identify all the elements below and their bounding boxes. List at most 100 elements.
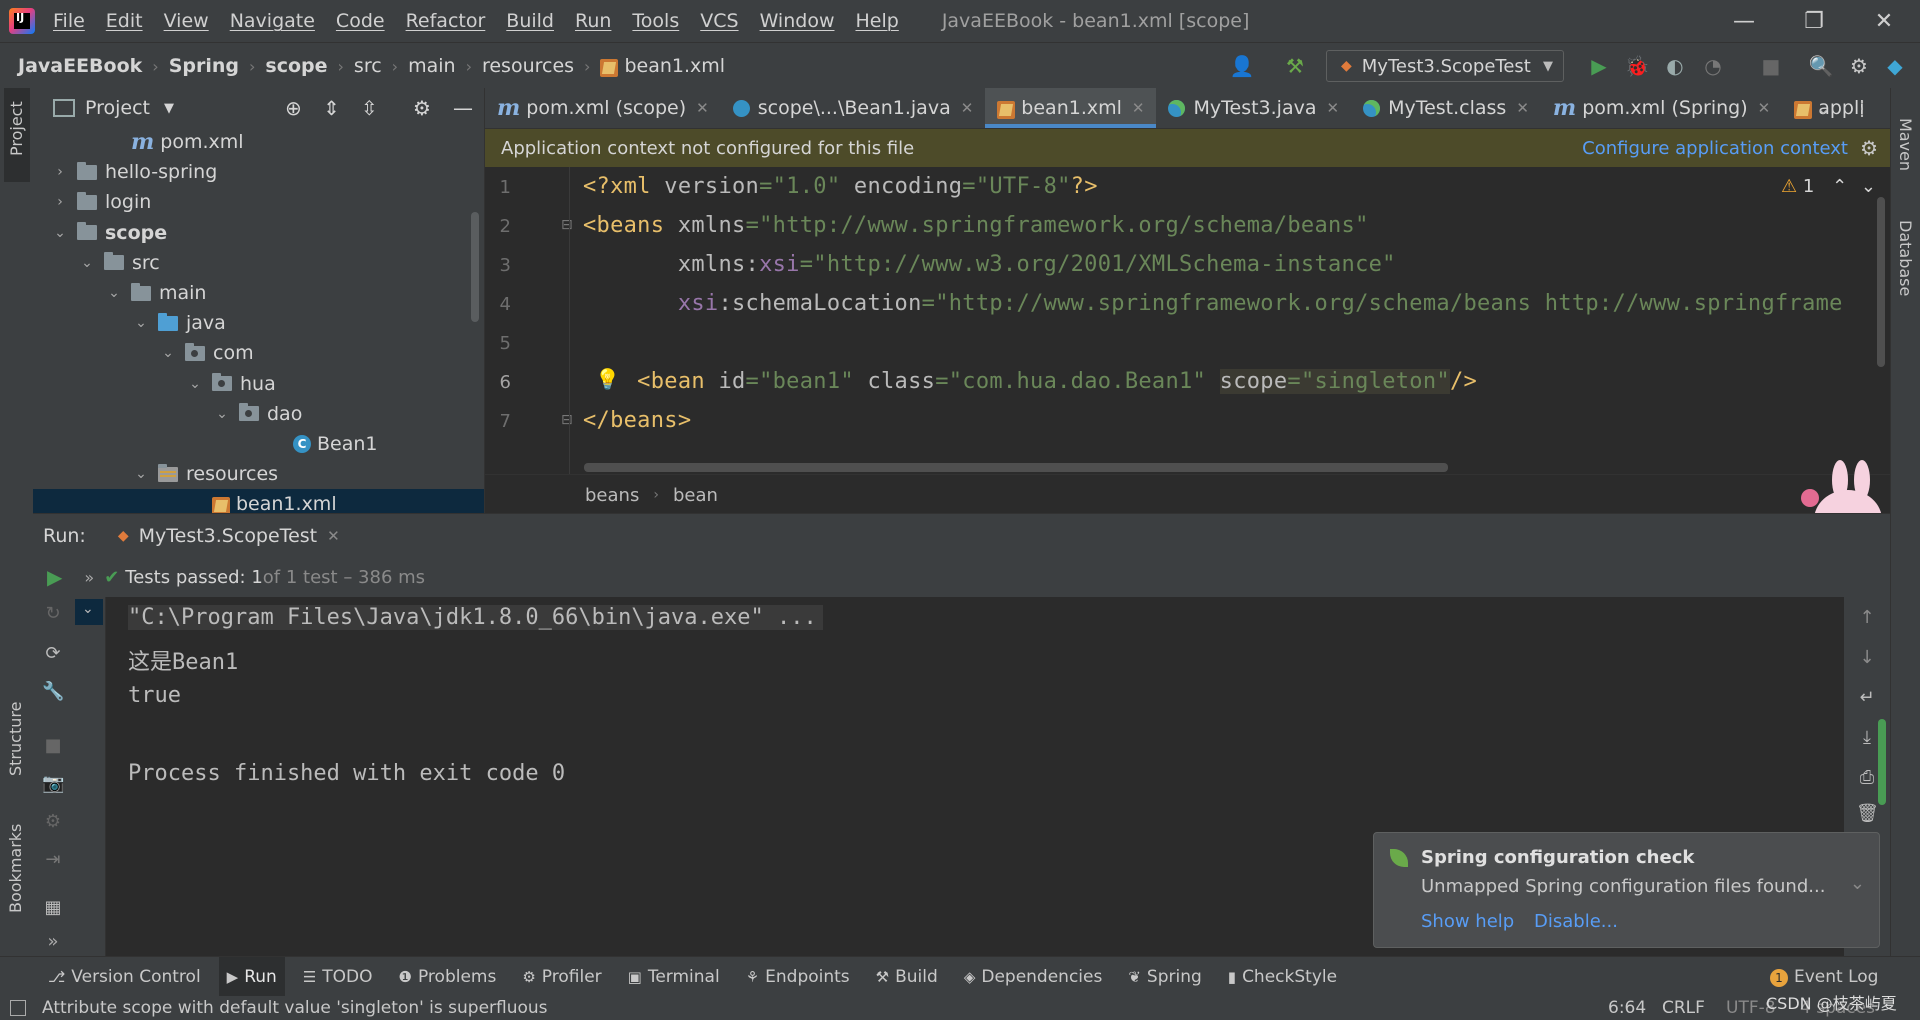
- menu-refactor[interactable]: Refactor: [406, 10, 486, 32]
- stop-icon[interactable]: ■: [42, 735, 64, 757]
- menu-window[interactable]: Window: [760, 10, 835, 32]
- tree-item[interactable]: ⌄ com: [33, 338, 484, 368]
- breadcrumb-item[interactable]: bean1.xml: [624, 55, 725, 77]
- tool-button-build[interactable]: ⚒ Build: [868, 957, 946, 997]
- configure-context-link[interactable]: Configure application context: [1582, 138, 1848, 159]
- close-icon[interactable]: ✕: [1132, 99, 1145, 117]
- tree-item[interactable]: ⌄ java: [33, 308, 484, 338]
- run-icon[interactable]: ▶: [1586, 53, 1612, 79]
- jetbrains-toolbox-icon[interactable]: ◆: [1882, 53, 1908, 79]
- tool-button-todo[interactable]: ☰ TODO: [295, 957, 381, 997]
- soft-wrap-icon[interactable]: ↵: [1856, 687, 1878, 709]
- breadcrumb-item[interactable]: src: [354, 55, 382, 77]
- menu-help[interactable]: Help: [855, 10, 898, 32]
- menu-vcs[interactable]: VCS: [700, 10, 738, 32]
- more-options-icon[interactable]: ⋮: [1852, 96, 1872, 120]
- profile-icon[interactable]: ◔: [1700, 53, 1726, 79]
- toggle-tool-windows-icon[interactable]: [10, 1000, 26, 1016]
- cursor-position[interactable]: 6:64: [1608, 998, 1646, 1018]
- tab-bean1-xml[interactable]: bean1.xml ✕: [985, 88, 1157, 128]
- editor-crumb-item[interactable]: bean: [673, 485, 718, 506]
- gear-icon[interactable]: ⚙: [1860, 136, 1878, 160]
- editor-crumb-item[interactable]: beans: [585, 485, 639, 506]
- close-icon[interactable]: ✕: [961, 99, 974, 117]
- chevron-down-icon[interactable]: ⌄: [1861, 176, 1876, 197]
- tab-bean1-java[interactable]: scope\...\Bean1.java ✕: [721, 88, 986, 128]
- chevron-down-icon[interactable]: ⌄: [1817, 99, 1830, 118]
- tool-button-run[interactable]: ▶ Run: [218, 957, 285, 997]
- fold-icon[interactable]: ⊟: [561, 217, 573, 233]
- expand-all-icon[interactable]: ⇕: [323, 96, 340, 120]
- build-hammer-icon[interactable]: ⚒: [1282, 53, 1308, 79]
- chevron-down-icon[interactable]: ▼: [164, 101, 174, 116]
- menu-build[interactable]: Build: [506, 10, 554, 32]
- tool-button-terminal[interactable]: ▣ Terminal: [620, 957, 728, 997]
- more-icon[interactable]: »: [42, 931, 64, 953]
- close-icon[interactable]: ✕: [327, 527, 340, 545]
- tree-scrollbar[interactable]: [471, 212, 479, 322]
- run-tab-label[interactable]: MyTest3.ScopeTest: [139, 525, 317, 547]
- code-editor[interactable]: 1 2 3 4 5 6 7 ⊟ ⊟ 💡 <?xml version="1.0" …: [485, 167, 1890, 474]
- tree-item[interactable]: ⌄ hua: [33, 369, 484, 399]
- settings-icon[interactable]: ⚙: [42, 811, 64, 833]
- menu-code[interactable]: Code: [336, 10, 385, 32]
- menu-tools[interactable]: Tools: [632, 10, 679, 32]
- chevron-up-icon[interactable]: ⌃: [1832, 176, 1847, 197]
- close-icon[interactable]: ✕: [1326, 99, 1339, 117]
- collapse-all-icon[interactable]: ⇳: [361, 96, 378, 120]
- menu-file[interactable]: File: [53, 10, 85, 32]
- editor-horizontal-scrollbar[interactable]: [584, 463, 1448, 472]
- coverage-icon[interactable]: ◐: [1662, 53, 1688, 79]
- tree-item[interactable]: ⌄ scope: [33, 218, 484, 248]
- expand-toolbar-icon[interactable]: »: [84, 568, 94, 587]
- chevron-down-icon[interactable]: ⌄: [80, 255, 94, 271]
- tool-button-version-control[interactable]: ⎇ Version Control: [40, 957, 209, 997]
- project-stripe-label[interactable]: Project: [7, 101, 26, 156]
- print-icon[interactable]: ⎙: [1856, 767, 1878, 789]
- tool-button-endpoints[interactable]: ⚘ Endpoints: [738, 957, 858, 997]
- tool-button-problems[interactable]: ❶ Problems: [391, 957, 505, 997]
- tree-item[interactable]: ⌄ dao: [33, 399, 484, 429]
- breadcrumb-item[interactable]: main: [408, 55, 455, 77]
- tool-button-checkstyle[interactable]: ▮ CheckStyle: [1220, 957, 1345, 997]
- exit-icon[interactable]: ⇥: [42, 849, 64, 871]
- chevron-right-icon[interactable]: ›: [53, 164, 67, 180]
- tree-item[interactable]: m pom.xml: [33, 127, 484, 157]
- arrow-down-icon[interactable]: ↓: [1856, 647, 1878, 669]
- inspection-widget[interactable]: ⚠ 1 ⌃ ⌄: [1781, 176, 1876, 197]
- menu-run[interactable]: Run: [575, 10, 611, 32]
- chevron-down-icon[interactable]: ⌄: [188, 376, 202, 392]
- tree-item[interactable]: ⌄ src: [33, 248, 484, 278]
- gear-icon[interactable]: ⚙: [413, 96, 431, 120]
- breadcrumb-item[interactable]: scope: [265, 55, 327, 77]
- menu-navigate[interactable]: Navigate: [230, 10, 315, 32]
- close-icon[interactable]: ✕: [696, 99, 709, 117]
- close-icon[interactable]: ✕: [1516, 99, 1529, 117]
- debug-icon[interactable]: 🐞: [1624, 53, 1650, 79]
- chevron-down-icon[interactable]: ⌄: [107, 285, 121, 301]
- close-icon[interactable]: ✕: [1758, 99, 1771, 117]
- project-panel-title[interactable]: Project: [85, 97, 150, 119]
- hide-icon[interactable]: —: [453, 96, 473, 120]
- chevron-down-icon[interactable]: ⌄: [1850, 873, 1865, 894]
- line-separator[interactable]: CRLF: [1662, 998, 1705, 1018]
- tree-item[interactable]: › login: [33, 187, 484, 217]
- toggle-autotest-icon[interactable]: ⟳: [42, 643, 64, 665]
- tree-item[interactable]: C Bean1: [33, 429, 484, 459]
- rerun-icon[interactable]: ▶: [47, 565, 62, 589]
- run-configuration-select[interactable]: ◆ MyTest3.ScopeTest ▼: [1326, 50, 1564, 82]
- tab-mytest3-java[interactable]: MyTest3.java ✕: [1156, 88, 1351, 128]
- tool-button-dependencies[interactable]: ◈ Dependencies: [956, 957, 1111, 997]
- stop-icon[interactable]: ■: [1758, 53, 1784, 79]
- tab-pom-scope[interactable]: m pom.xml (scope) ✕: [485, 88, 721, 128]
- search-icon[interactable]: 🔍: [1808, 53, 1834, 79]
- tab-pom-spring[interactable]: m pom.xml (Spring) ✕: [1541, 88, 1782, 128]
- maven-stripe-label[interactable]: Maven: [1896, 118, 1915, 171]
- tool-button-profiler[interactable]: ⚙ Profiler: [514, 957, 609, 997]
- editor-vertical-scrollbar[interactable]: [1877, 197, 1885, 367]
- bookmarks-stripe-label[interactable]: Bookmarks: [6, 824, 25, 913]
- wrench-icon[interactable]: 🔧: [42, 681, 64, 703]
- scroll-to-end-icon[interactable]: ⤓: [1856, 727, 1878, 749]
- show-help-link[interactable]: Show help: [1421, 911, 1514, 932]
- chevron-down-icon[interactable]: ⌄: [134, 466, 148, 482]
